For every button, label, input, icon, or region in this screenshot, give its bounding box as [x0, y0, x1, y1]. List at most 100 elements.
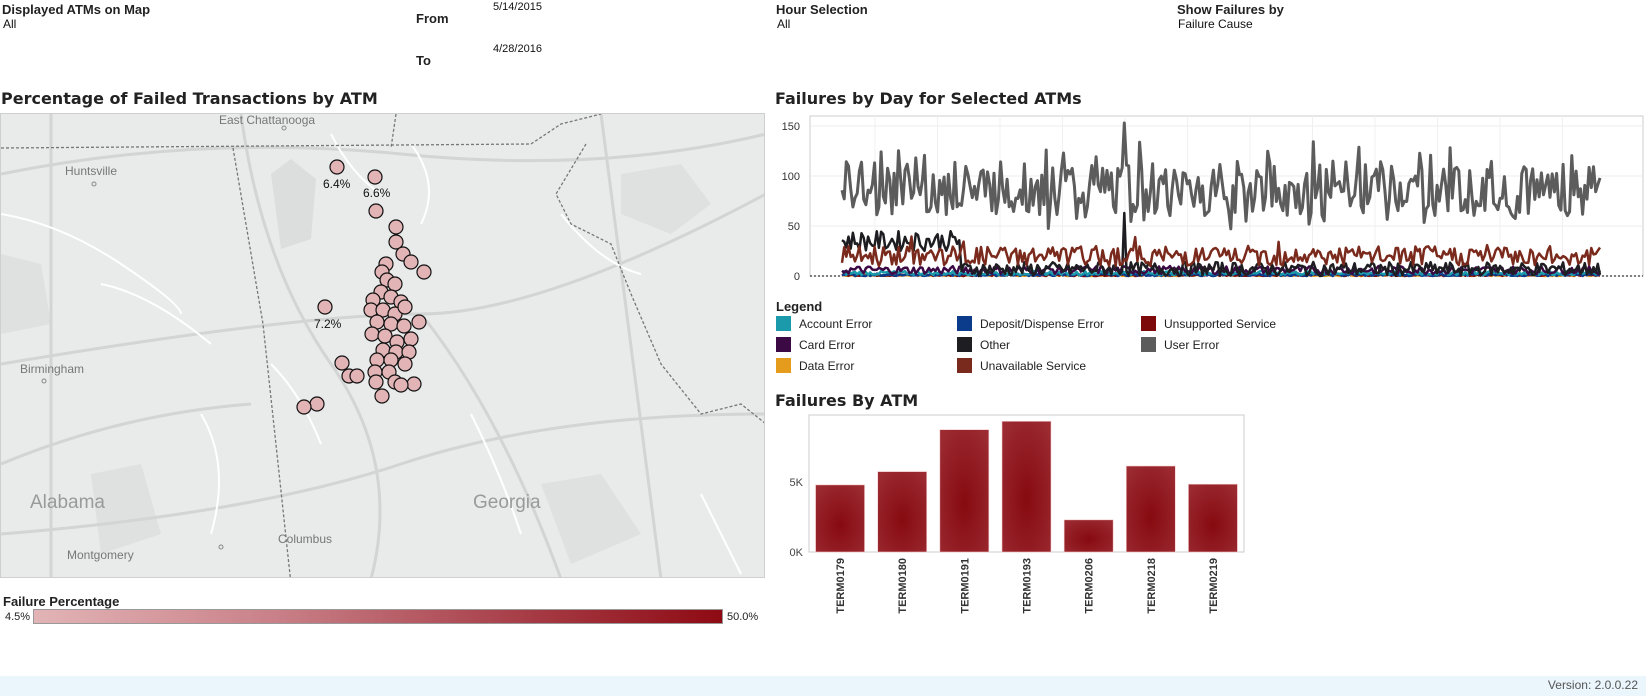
x-tick-label: TERM0179: [835, 558, 847, 614]
legend-item[interactable]: User Error: [1141, 337, 1219, 352]
atm-point[interactable]: [317, 299, 333, 315]
atm-point[interactable]: [329, 159, 345, 175]
failures-by-day-chart[interactable]: 0 50 100 150 Jun 1, 15 Jul 1, 15 Aug 1, 15 Sep …: [770, 112, 1646, 287]
show-failures-by-title: Show Failures by: [1177, 2, 1284, 17]
scale-max-label: 50.0%: [727, 611, 759, 623]
to-label: To: [416, 53, 431, 68]
x-tick-label: Feb 1, 16: [1352, 286, 1398, 287]
point-label: 7.2%: [314, 317, 342, 331]
legend-item[interactable]: Data Error: [776, 358, 854, 373]
legend-item[interactable]: Unsupported Service: [1141, 316, 1276, 331]
bar-term0206[interactable]: [1063, 519, 1114, 553]
bar-term0193[interactable]: [1001, 420, 1052, 553]
hour-selection-select[interactable]: All: [777, 17, 790, 31]
city-label-east-chattanooga: East Chattanooga: [219, 113, 316, 127]
legend-item[interactable]: Deposit/Dispense Error: [957, 316, 1104, 331]
from-label: From: [416, 11, 449, 26]
x-tick-label: TERM0191: [959, 558, 971, 614]
bar-term0218[interactable]: [1125, 465, 1176, 553]
atm-point[interactable]: [388, 219, 404, 235]
x-tick-label: Mar 1, 16: [1414, 286, 1460, 287]
legend-title: Legend: [776, 299, 823, 314]
atm-point[interactable]: [397, 299, 413, 315]
atm-point[interactable]: [416, 264, 432, 280]
map-basemap: [1, 114, 764, 577]
x-tick-label: Aug 1, 15: [976, 286, 1023, 287]
atm-point[interactable]: [368, 374, 384, 390]
point-label: 6.4%: [323, 177, 351, 191]
bar-chart-title: Failures By ATM: [775, 391, 919, 410]
atm-point[interactable]: [393, 377, 409, 393]
x-tick-label: Sep 1, 15: [1039, 286, 1086, 287]
atm-point[interactable]: [396, 318, 412, 334]
atm-map[interactable]: East Chattanooga Huntsville Birmingham C…: [0, 113, 765, 578]
atm-point[interactable]: [364, 326, 380, 342]
legend-label: User Error: [1164, 337, 1220, 352]
legend-swatch: [957, 337, 972, 352]
legend-swatch: [776, 337, 791, 352]
to-date-input[interactable]: 4/28/2016: [493, 43, 542, 55]
x-tick-label: Nov 1, 15: [1164, 286, 1211, 287]
x-tick-label: TERM0219: [1208, 558, 1220, 614]
atm-point[interactable]: [411, 314, 427, 330]
displayed-atms-select[interactable]: All: [3, 17, 16, 31]
legend-label: Unavailable Service: [980, 358, 1087, 373]
x-tick-label: Apr 1, 16: [1478, 286, 1523, 287]
legend-label: Account Error: [799, 316, 873, 331]
atm-point[interactable]: [334, 355, 350, 371]
from-date-input[interactable]: 5/14/2015: [493, 1, 542, 13]
x-tick-label: Oct 1, 15: [1103, 286, 1148, 287]
legend-swatch: [776, 316, 791, 331]
atm-point[interactable]: [397, 356, 413, 372]
failures-by-atm-chart[interactable]: 0K 5K TERM0179 TERM0180 TERM0191 TERM0193 TERM…: [770, 412, 1250, 637]
atm-point[interactable]: [387, 276, 403, 292]
atm-point[interactable]: [349, 368, 365, 384]
state-label-georgia: Georgia: [473, 492, 541, 513]
atm-point[interactable]: [403, 254, 419, 270]
legend-swatch: [1141, 337, 1156, 352]
legend-swatch: [1141, 316, 1156, 331]
scale-min-label: 4.5%: [5, 611, 31, 623]
legend-swatch: [957, 358, 972, 373]
y-tick-label: 100: [782, 171, 800, 183]
legend-label: Data Error: [799, 358, 855, 373]
legend-label: Unsupported Service: [1164, 316, 1277, 331]
bar-term0180[interactable]: [877, 471, 928, 553]
atm-point[interactable]: [367, 169, 383, 185]
city-label-huntsville: Huntsville: [65, 164, 118, 178]
state-label-alabama: Alabama: [30, 492, 105, 513]
legend-item[interactable]: Card Error: [776, 337, 855, 352]
legend-swatch: [776, 358, 791, 373]
y-tick-label: 0: [794, 271, 800, 283]
atm-point[interactable]: [296, 399, 312, 415]
atm-point[interactable]: [374, 388, 390, 404]
atm-point[interactable]: [368, 203, 384, 219]
bar-term0219[interactable]: [1188, 483, 1238, 553]
legend-label: Card Error: [799, 337, 856, 352]
version-label: Version: 2.0.0.22: [1547, 678, 1638, 692]
x-tick-label: Jun 1, 15: [852, 286, 897, 287]
city-label-montgomery: Montgomery: [67, 548, 134, 562]
line-chart-title: Failures by Day for Selected ATMs: [775, 89, 1082, 108]
atm-point[interactable]: [403, 331, 419, 347]
atm-point[interactable]: [406, 376, 422, 392]
legend-label: Other: [980, 337, 1011, 352]
city-label-birmingham: Birmingham: [20, 362, 85, 376]
bar-term0179[interactable]: [815, 484, 865, 553]
city-label-columbus: Columbus: [278, 532, 333, 546]
legend-label: Deposit/Dispense Error: [980, 316, 1105, 331]
x-tick-label: TERM0218: [1146, 558, 1158, 614]
legend-item[interactable]: Other: [957, 337, 1010, 352]
show-failures-by-select[interactable]: Failure Cause: [1178, 17, 1253, 31]
atm-point[interactable]: [309, 396, 325, 412]
map-title: Percentage of Failed Transactions by ATM: [1, 89, 378, 108]
x-tick-label: TERM0193: [1022, 558, 1034, 614]
x-tick-label: Jul 1, 15: [917, 286, 959, 287]
x-tick-label: TERM0206: [1084, 558, 1096, 614]
x-tick-label: Jan 1, 16: [1290, 286, 1335, 287]
footer-bar: [0, 676, 1646, 696]
legend-item[interactable]: Account Error: [776, 316, 872, 331]
bar-term0191[interactable]: [939, 429, 990, 553]
legend-item[interactable]: Unavailable Service: [957, 358, 1086, 373]
y-tick-label: 150: [782, 121, 800, 133]
